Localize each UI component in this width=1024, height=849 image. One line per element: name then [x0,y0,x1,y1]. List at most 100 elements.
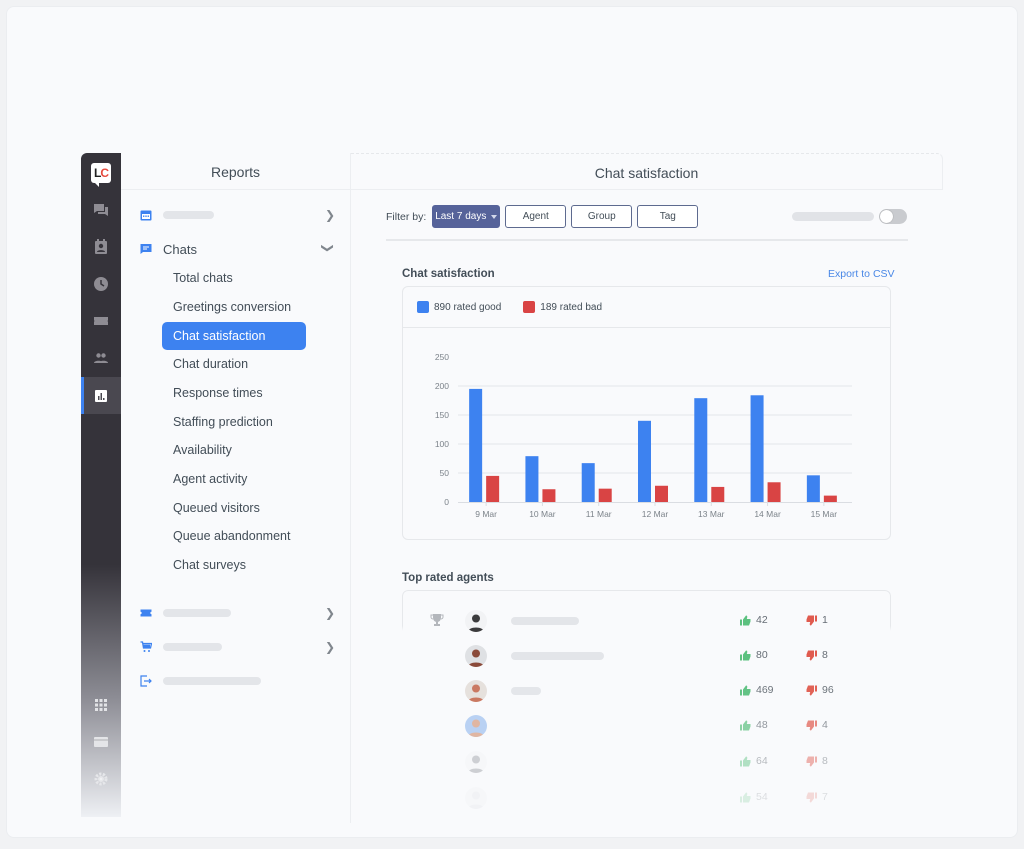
apps-icon [95,698,107,711]
thumbs-down-icon [806,792,817,802]
rail-reports[interactable] [81,377,121,414]
thumbs-up-icon [740,685,751,695]
nav-item-staffing-prediction[interactable]: Staffing prediction [162,408,306,436]
caret-down-icon [491,214,498,219]
satisfaction-bar-chart: 0 50 100 150 200 250 9 Mar 10 Mar 11 Mar 12 Mar 13… [435,352,852,519]
customers-icon [95,238,107,254]
legend-good[interactable]: 890 rated good [417,301,501,313]
rail-tickets[interactable] [81,302,121,339]
export-csv-link[interactable]: Export to CSV [828,268,895,280]
nav-item-queued-visitors[interactable]: Queued visitors [162,494,306,522]
chevron-right-icon: ❯ [324,640,335,654]
rated-bad-count: 8 [806,755,828,767]
rated-good-count: 80 [740,649,768,661]
settings-icon [94,772,108,785]
x-tick-label: 12 Mar [642,509,669,519]
comparison-toggle[interactable] [879,209,907,224]
x-tick-label: 15 Mar [811,509,838,519]
date-range-value: Last 7 days [435,211,487,222]
legend-bad[interactable]: 189 rated bad [523,301,602,313]
bar-rated-bad [486,475,500,502]
nav-group-1[interactable]: ❯ [139,204,335,226]
y-tick-label: 150 [435,410,449,420]
rail-chats[interactable] [81,191,121,228]
group-filter-button[interactable]: Group [571,205,633,228]
chats-icon [94,203,108,216]
nav-item-response-times[interactable]: Response times [162,379,306,407]
tag-filter-button[interactable]: Tag [637,205,699,228]
agents-section-title: Top rated agents [402,572,494,584]
x-tick-label: 11 Mar [586,509,612,519]
y-tick-label: 100 [435,439,449,449]
ticket-icon [94,316,108,325]
trophy-icon [430,614,444,626]
reports-nav: Reports ❯ Chats ❯ Total chats Greetings … [121,153,351,823]
bar-rated-good [469,388,483,502]
date-range-dropdown[interactable]: Last 7 days [432,205,501,228]
rail-archives[interactable] [81,265,121,302]
thumbs-up-icon [740,792,751,802]
nav-group-5[interactable] [139,670,335,692]
x-tick-label: 14 Mar [754,509,781,519]
agent-row[interactable]: 42 1 [402,606,891,636]
livechat-logo[interactable]: LC [91,163,111,187]
agent-row[interactable]: 469 96 [402,676,891,706]
x-tick-label: 10 Mar [529,509,556,519]
nav-item-chat-satisfaction[interactable]: Chat satisfaction [162,322,306,350]
chart-card: 890 rated good 189 rated bad 0 50 100 150 20… [402,286,891,540]
rated-bad-count: 7 [806,791,828,803]
agent-avatar [465,787,487,809]
page-title: Chat satisfaction [351,153,943,190]
nav-title: Reports [121,153,350,190]
bar-rated-bad [711,486,725,502]
thumbs-down-icon [806,756,817,766]
rail-apps[interactable] [81,686,121,723]
thumbs-up-icon [740,756,751,766]
agent-row[interactable]: 54 7 [402,783,891,813]
bar-rated-good [638,420,651,502]
rated-good-count: 42 [740,614,768,626]
agent-row[interactable]: 48 4 [402,711,891,741]
nav-group-chats[interactable]: Chats ❯ [139,238,335,260]
agent-name-placeholder [511,652,604,660]
icon-rail: LC [81,153,121,817]
thumbs-down-icon [806,615,817,625]
thumbs-up-icon [740,650,751,660]
nav-item-agent-activity[interactable]: Agent activity [162,465,306,493]
ticket-icon [140,609,152,617]
agent-filter-button[interactable]: Agent [505,205,567,228]
rail-settings[interactable] [81,760,121,797]
placeholder-label [163,643,222,651]
legend-label-good: 890 rated good [434,301,502,313]
agent-avatar [465,751,487,773]
nav-group-4[interactable]: ❯ [139,636,335,658]
rated-bad-count: 4 [806,719,828,731]
rail-billing[interactable] [81,723,121,760]
rated-good-count: 54 [740,791,768,803]
agent-row[interactable]: 64 8 [402,747,891,777]
calendar-icon [140,210,152,221]
logo-letter-c: C [100,166,109,180]
rated-good-count: 469 [740,684,774,696]
thumbs-up-icon [740,615,751,625]
rated-bad-count: 96 [806,684,834,696]
bar-rated-good [525,456,539,502]
nav-item-availability[interactable]: Availability [162,436,306,464]
bar-rated-good [806,475,820,502]
y-tick-label: 200 [435,381,449,391]
bar-rated-good [750,395,764,502]
bar-rated-bad [823,495,837,502]
nav-item-chat-surveys[interactable]: Chat surveys [162,551,306,579]
nav-item-chat-duration[interactable]: Chat duration [162,350,306,378]
nav-group-3[interactable]: ❯ [139,602,335,624]
toggle-label-placeholder [792,212,874,221]
agent-row[interactable]: 80 8 [402,641,891,671]
nav-item-queue-abandonment[interactable]: Queue abandonment [162,522,306,550]
nav-item-total-chats[interactable]: Total chats [162,264,306,292]
placeholder-label [163,211,214,219]
rail-customers[interactable] [81,228,121,265]
bar-rated-good [694,398,708,502]
rated-bad-count: 1 [806,614,828,626]
rail-agents[interactable] [81,339,121,376]
nav-item-greetings-conversion[interactable]: Greetings conversion [162,293,306,321]
